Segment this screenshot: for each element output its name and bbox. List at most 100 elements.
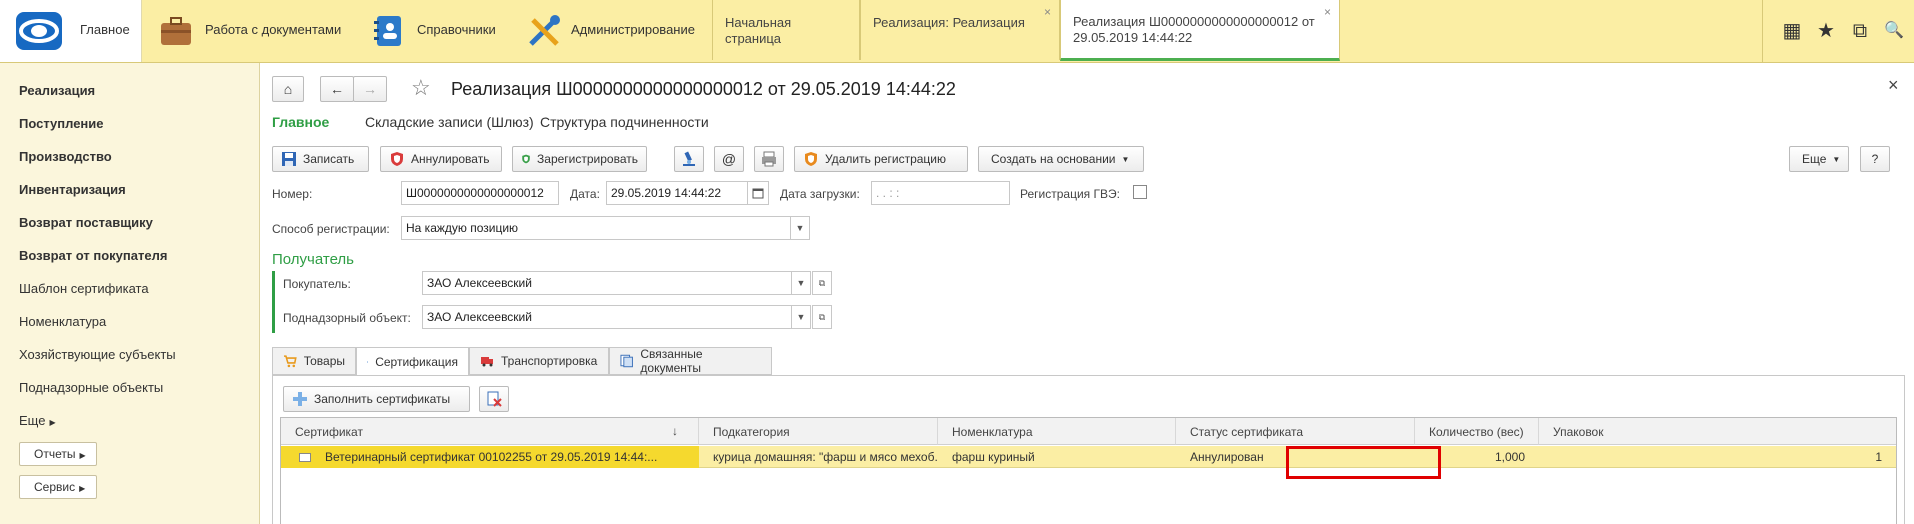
section-references[interactable]: Справочники bbox=[370, 0, 510, 62]
supervised-object-field[interactable]: ЗАО Алексеевский bbox=[422, 305, 792, 329]
print-button[interactable] bbox=[754, 146, 784, 172]
sidebar-item-supervised-objects[interactable]: Поднадзорные объекты bbox=[19, 380, 163, 395]
tab-transportation-label: Транспортировка bbox=[501, 354, 598, 368]
supervised-object-label: Поднадзорный объект: bbox=[283, 311, 411, 325]
sidebar-item-certificate-template[interactable]: Шаблон сертификата bbox=[19, 281, 149, 296]
annul-button[interactable]: Аннулировать bbox=[380, 146, 502, 172]
cart-icon bbox=[283, 355, 297, 368]
favorite-star-icon[interactable]: ☆ bbox=[411, 75, 431, 101]
column-header-label: Статус сертификата bbox=[1190, 425, 1304, 439]
apps-grid-icon[interactable]: ▦ bbox=[1777, 16, 1807, 46]
plus-icon bbox=[293, 392, 307, 406]
chevron-down-icon: ▼ bbox=[795, 223, 805, 233]
address-book-icon bbox=[374, 16, 401, 46]
register-button[interactable]: Зарегистрировать bbox=[512, 146, 647, 172]
buyer-open-button[interactable]: ⧉ bbox=[812, 271, 832, 295]
favorites-star-icon[interactable]: ★ bbox=[1811, 16, 1841, 46]
sidebar-item-return-customer[interactable]: Возврат от покупателя bbox=[19, 248, 167, 263]
date-field[interactable]: 29.05.2019 14:44:22 bbox=[606, 181, 748, 205]
forward-button[interactable]: → bbox=[353, 76, 387, 102]
section-documents[interactable]: Работа с документами bbox=[143, 0, 370, 62]
home-button[interactable]: ⌂ bbox=[272, 76, 304, 102]
briefcase-icon bbox=[161, 17, 191, 45]
sidebar: Реализация Поступление Производство Инве… bbox=[0, 63, 260, 524]
help-button[interactable]: ? bbox=[1860, 146, 1890, 172]
chevron-down-icon: ▼ bbox=[1832, 154, 1841, 164]
tab-related-documents[interactable]: Связанные документы bbox=[609, 347, 772, 375]
column-header-packages[interactable]: Упаковок bbox=[1539, 418, 1896, 445]
top-right-tools: ▦ ★ ⧉ 🔍 bbox=[1762, 0, 1914, 62]
column-header-subcategory[interactable]: Подкатегория bbox=[699, 418, 938, 445]
sidebar-item-nomenclature[interactable]: Номенклатура bbox=[19, 314, 106, 329]
chevron-right-icon: ▶ bbox=[49, 418, 56, 427]
number-field[interactable]: Ш0000000000000000012 bbox=[401, 181, 559, 205]
calendar-button[interactable] bbox=[747, 181, 769, 205]
sidebar-item-return-supplier[interactable]: Возврат поставщику bbox=[19, 215, 153, 230]
sidebar-item-receipt[interactable]: Поступление bbox=[19, 116, 104, 131]
tab-sales-list[interactable]: Реализация: Реализация × bbox=[860, 0, 1060, 60]
reports-button-label: Отчеты bbox=[34, 447, 76, 461]
reports-button[interactable]: Отчеты ▶ bbox=[19, 442, 97, 466]
1c-logo-icon bbox=[16, 12, 62, 50]
nav-main[interactable]: Главное bbox=[272, 114, 329, 130]
column-header-label: Сертификат bbox=[295, 425, 363, 439]
sidebar-item-sales[interactable]: Реализация bbox=[19, 83, 95, 98]
cell-certificate[interactable]: Ветеринарный сертификат 00102255 от 29.0… bbox=[281, 446, 699, 468]
open-link-icon: ⧉ bbox=[818, 278, 826, 288]
tab-goods[interactable]: Товары bbox=[272, 347, 356, 375]
sidebar-item-business-entities[interactable]: Хозяйствующие субъекты bbox=[19, 347, 176, 362]
fill-certificates-button[interactable]: Заполнить сертификаты bbox=[283, 386, 470, 412]
certificates-table: Сертификат ↓ Подкатегория Номенклатура С… bbox=[280, 417, 1897, 524]
home-icon: ⌂ bbox=[283, 81, 293, 97]
save-button[interactable]: Записать bbox=[272, 146, 369, 172]
column-header-certificate[interactable]: Сертификат ↓ bbox=[281, 418, 699, 445]
tab-transportation[interactable]: Транспортировка bbox=[469, 347, 609, 375]
sidebar-item-inventory[interactable]: Инвентаризация bbox=[19, 182, 126, 197]
buyer-field[interactable]: ЗАО Алексеевский bbox=[422, 271, 792, 295]
section-administration[interactable]: Администрирование bbox=[520, 0, 711, 62]
tab-certification[interactable]: Сертификация bbox=[356, 347, 469, 376]
section-main[interactable]: Главное bbox=[0, 0, 142, 62]
open-link-icon: ⧉ bbox=[818, 312, 826, 322]
column-header-label: Номенклатура bbox=[952, 425, 1033, 439]
back-button[interactable]: ← bbox=[320, 76, 354, 102]
supervised-object-dropdown[interactable]: ▼ bbox=[791, 305, 811, 329]
sidebar-item-more[interactable]: Еще ▶ bbox=[19, 413, 56, 428]
cell-subcategory[interactable]: курица домашняя: "фарш и мясо мехоб... bbox=[699, 446, 938, 468]
column-header-certificate-status[interactable]: Статус сертификата bbox=[1176, 418, 1415, 445]
column-header-label: Упаковок bbox=[1553, 425, 1604, 439]
remove-certificate-button[interactable] bbox=[479, 386, 509, 412]
cell-nomenclature[interactable]: фарш куриный bbox=[938, 446, 1176, 468]
microscope-button[interactable] bbox=[674, 146, 704, 172]
column-header-quantity[interactable]: Количество (вес) bbox=[1415, 418, 1539, 445]
registration-method-field[interactable]: На каждую позицию bbox=[401, 216, 791, 240]
history-icon[interactable]: ⧉ bbox=[1845, 16, 1875, 46]
sidebar-item-production[interactable]: Производство bbox=[19, 149, 112, 164]
service-button[interactable]: Сервис ▶ bbox=[19, 475, 97, 499]
table-row[interactable]: Ветеринарный сертификат 00102255 от 29.0… bbox=[281, 446, 1896, 468]
help-icon: ? bbox=[1871, 152, 1879, 166]
service-button-label: Сервис bbox=[34, 480, 76, 494]
more-button-label: Еще bbox=[1802, 152, 1827, 166]
close-icon[interactable]: × bbox=[1888, 75, 1899, 96]
load-date-label: Дата загрузки: bbox=[780, 187, 860, 201]
tab-sales-document[interactable]: Реализация Ш0000000000000000012 от 29.05… bbox=[1060, 0, 1340, 61]
delete-registration-button[interactable]: Удалить регистрацию bbox=[794, 146, 968, 172]
buyer-dropdown[interactable]: ▼ bbox=[791, 271, 811, 295]
supervised-object-open-button[interactable]: ⧉ bbox=[812, 305, 832, 329]
load-date-field[interactable]: . . : : bbox=[871, 181, 1010, 205]
gvz-registration-checkbox[interactable] bbox=[1133, 185, 1147, 199]
tab-home-page[interactable]: Начальная страница bbox=[712, 0, 860, 60]
cell-packages[interactable]: 1 bbox=[1539, 446, 1896, 468]
nav-subordination-structure[interactable]: Структура подчиненности bbox=[540, 114, 709, 130]
close-icon[interactable]: × bbox=[1044, 4, 1051, 20]
create-based-on-button[interactable]: Создать на основании ▼ bbox=[978, 146, 1144, 172]
column-header-nomenclature[interactable]: Номенклатура bbox=[938, 418, 1176, 445]
search-icon[interactable]: 🔍 bbox=[1879, 16, 1909, 46]
nav-warehouse-records[interactable]: Складские записи (Шлюз) bbox=[365, 114, 534, 130]
email-button[interactable]: @ bbox=[714, 146, 744, 172]
close-icon[interactable]: × bbox=[1324, 4, 1331, 20]
registration-method-dropdown[interactable]: ▼ bbox=[790, 216, 810, 240]
more-button[interactable]: Еще ▼ bbox=[1789, 146, 1849, 172]
fill-certificates-label: Заполнить сертификаты bbox=[314, 392, 451, 406]
